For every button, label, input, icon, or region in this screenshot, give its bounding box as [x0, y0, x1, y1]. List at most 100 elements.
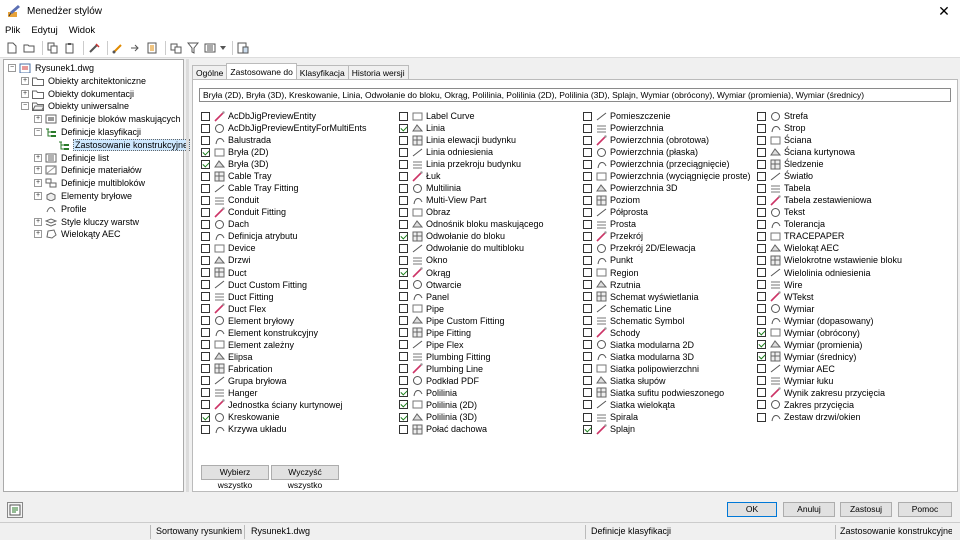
object-type-checkbox[interactable]: [583, 412, 592, 422]
object-type-checkbox[interactable]: [399, 376, 408, 386]
object-type-checkbox[interactable]: [757, 364, 766, 374]
object-type-checkbox[interactable]: [201, 376, 210, 386]
object-type-option[interactable]: Wielokąt AEC: [757, 242, 839, 254]
tree-item[interactable]: + Style kluczy warstw: [34, 216, 140, 228]
object-type-checkbox[interactable]: [757, 111, 766, 121]
object-type-option[interactable]: Element bryłowy: [201, 315, 294, 327]
new-drawing-icon[interactable]: [5, 41, 19, 55]
object-type-checkbox[interactable]: [757, 268, 766, 278]
tab-klasyfikacja[interactable]: Klasyfikacja: [295, 65, 349, 79]
object-type-checkbox[interactable]: [757, 352, 766, 362]
object-type-option[interactable]: Linia przekroju budynku: [399, 158, 521, 170]
tree-item[interactable]: − Definicje klasyfikacji: [34, 126, 142, 138]
tree-item[interactable]: + Obiekty architektoniczne: [21, 75, 147, 87]
object-type-checkbox[interactable]: [757, 195, 766, 205]
object-type-option[interactable]: Siatka polipowierzchni: [583, 363, 699, 375]
object-type-option[interactable]: AcDbJigPreviewEntity: [201, 110, 316, 122]
object-type-option[interactable]: Poziom: [583, 194, 640, 206]
object-type-checkbox[interactable]: [757, 135, 766, 145]
object-type-option[interactable]: Odnośnik bloku maskującego: [399, 218, 544, 230]
object-type-checkbox[interactable]: [399, 123, 408, 133]
object-type-checkbox[interactable]: [399, 364, 408, 374]
object-type-checkbox[interactable]: [583, 111, 592, 121]
object-type-checkbox[interactable]: [201, 304, 210, 314]
object-type-checkbox[interactable]: [201, 195, 210, 205]
tree-item[interactable]: + Definicje materiałów: [34, 164, 143, 176]
object-type-checkbox[interactable]: [201, 364, 210, 374]
object-type-option[interactable]: Śledzenie: [757, 158, 824, 170]
object-type-option[interactable]: Otwarcie: [399, 279, 462, 291]
object-type-option[interactable]: Wielolinia odniesienia: [757, 267, 871, 279]
object-type-option[interactable]: Półprosta: [583, 206, 648, 218]
open-drawing-icon[interactable]: [22, 41, 36, 55]
collapse-icon[interactable]: −: [21, 102, 29, 111]
expand-icon[interactable]: +: [34, 166, 42, 175]
object-type-checkbox[interactable]: [399, 147, 408, 157]
object-type-checkbox[interactable]: [757, 280, 766, 290]
collapse-icon[interactable]: −: [34, 128, 42, 136]
collapse-icon[interactable]: −: [8, 64, 16, 72]
object-type-checkbox[interactable]: [399, 219, 408, 229]
object-type-checkbox[interactable]: [583, 243, 592, 253]
cancel-button[interactable]: Anuluj: [783, 502, 835, 517]
tree-item[interactable]: + Definicje list: [34, 152, 110, 164]
object-type-option[interactable]: Wymiar AEC: [757, 363, 835, 375]
object-type-option[interactable]: Kreskowanie: [201, 411, 280, 423]
object-type-option[interactable]: Siatka słupów: [583, 375, 666, 387]
object-type-option[interactable]: Polilinia (3D): [399, 411, 477, 423]
object-type-checkbox[interactable]: [201, 255, 210, 265]
object-type-checkbox[interactable]: [757, 400, 766, 410]
object-type-checkbox[interactable]: [583, 340, 592, 350]
object-type-option[interactable]: Światło: [757, 170, 813, 182]
panel-splitter[interactable]: [186, 59, 189, 492]
object-type-option[interactable]: Strefa: [757, 110, 808, 122]
object-type-checkbox[interactable]: [757, 219, 766, 229]
menu-view[interactable]: Widok: [69, 25, 95, 36]
object-type-checkbox[interactable]: [757, 292, 766, 302]
object-type-option[interactable]: Duct: [201, 267, 247, 279]
object-type-checkbox[interactable]: [583, 135, 592, 145]
object-type-option[interactable]: Wire: [757, 279, 803, 291]
object-type-checkbox[interactable]: [399, 280, 408, 290]
object-type-checkbox[interactable]: [399, 352, 408, 362]
object-type-checkbox[interactable]: [399, 304, 408, 314]
object-type-checkbox[interactable]: [583, 304, 592, 314]
object-type-checkbox[interactable]: [201, 183, 210, 193]
object-type-option[interactable]: Prosta: [583, 218, 636, 230]
object-type-checkbox[interactable]: [583, 171, 592, 181]
inline-edit-icon[interactable]: [169, 41, 183, 55]
object-type-checkbox[interactable]: [583, 424, 592, 434]
object-type-option[interactable]: AcDbJigPreviewEntityForMultiEnts: [201, 122, 367, 134]
object-type-checkbox[interactable]: [201, 352, 210, 362]
object-type-checkbox[interactable]: [399, 268, 408, 278]
apply-button[interactable]: Zastosuj: [840, 502, 892, 517]
object-type-checkbox[interactable]: [201, 231, 210, 241]
object-type-checkbox[interactable]: [399, 207, 408, 217]
object-type-checkbox[interactable]: [201, 316, 210, 326]
object-type-option[interactable]: Wielokrotne wstawienie bloku: [757, 254, 902, 266]
style-tree[interactable]: − Rysunek1.dwg + Obiekty architektoniczne + O…: [3, 59, 191, 492]
object-type-checkbox[interactable]: [583, 183, 592, 193]
object-type-checkbox[interactable]: [201, 135, 210, 145]
object-type-option[interactable]: Duct Custom Fitting: [201, 279, 307, 291]
object-type-checkbox[interactable]: [399, 328, 408, 338]
object-type-option[interactable]: Punkt: [583, 254, 633, 266]
object-type-checkbox[interactable]: [201, 412, 210, 422]
object-type-option[interactable]: Fabrication: [201, 363, 273, 375]
object-type-option[interactable]: Wymiar (średnicy): [757, 351, 856, 363]
object-type-option[interactable]: Schematic Line: [583, 303, 672, 315]
object-type-option[interactable]: Pipe: [399, 303, 444, 315]
object-type-option[interactable]: Powierzchnia (przeciągnięcie): [583, 158, 730, 170]
object-type-checkbox[interactable]: [757, 328, 766, 338]
object-type-option[interactable]: Region: [583, 267, 639, 279]
object-type-option[interactable]: Obraz: [399, 206, 451, 218]
object-type-option[interactable]: Pipe Fitting: [399, 327, 471, 339]
object-type-checkbox[interactable]: [757, 376, 766, 386]
object-type-option[interactable]: Siatka sufitu podwieszonego: [583, 387, 724, 399]
dropdown-arrow-icon[interactable]: [220, 41, 226, 55]
object-type-checkbox[interactable]: [583, 364, 592, 374]
object-type-option[interactable]: Ściana kurtynowa: [757, 146, 855, 158]
object-type-checkbox[interactable]: [399, 159, 408, 169]
clear-all-button[interactable]: Wyczyść wszystko: [271, 465, 339, 490]
expand-icon[interactable]: +: [34, 153, 42, 162]
